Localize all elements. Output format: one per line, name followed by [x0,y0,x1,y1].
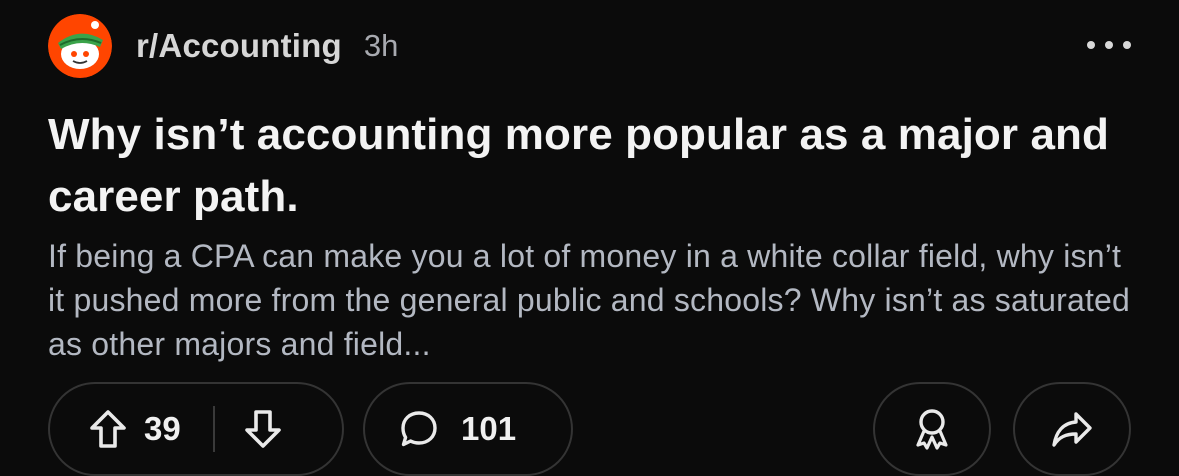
more-dot [1105,41,1113,49]
upvote-arrow-icon[interactable] [88,409,128,449]
comment-count: 101 [461,410,517,447]
more-dot [1123,41,1131,49]
award-icon [916,409,948,450]
more-dot [1087,41,1095,49]
post-header: r/Accounting 3h [48,14,398,78]
award-button[interactable] [873,382,991,476]
more-options-icon[interactable] [1087,30,1131,60]
share-arrow-icon [1052,412,1092,447]
subreddit-name[interactable]: r/Accounting [136,27,342,65]
vote-score: 39 [144,410,181,447]
downvote-arrow-icon[interactable] [243,409,283,449]
share-button[interactable] [1013,382,1131,476]
post-card[interactable]: r/Accounting 3h Why isn’t accounting mor… [0,0,1179,476]
post-title[interactable]: Why isn’t accounting more popular as a m… [48,104,1128,228]
vote-divider [212,406,215,452]
post-timestamp: 3h [363,28,399,63]
vote-bar: 39 [48,382,344,476]
post-body-preview[interactable]: If being a CPA can make you a lot of mon… [48,234,1143,366]
subreddit-avatar[interactable] [48,14,112,78]
comments-button[interactable]: 101 [363,382,573,476]
comment-bubble-icon [399,409,439,449]
